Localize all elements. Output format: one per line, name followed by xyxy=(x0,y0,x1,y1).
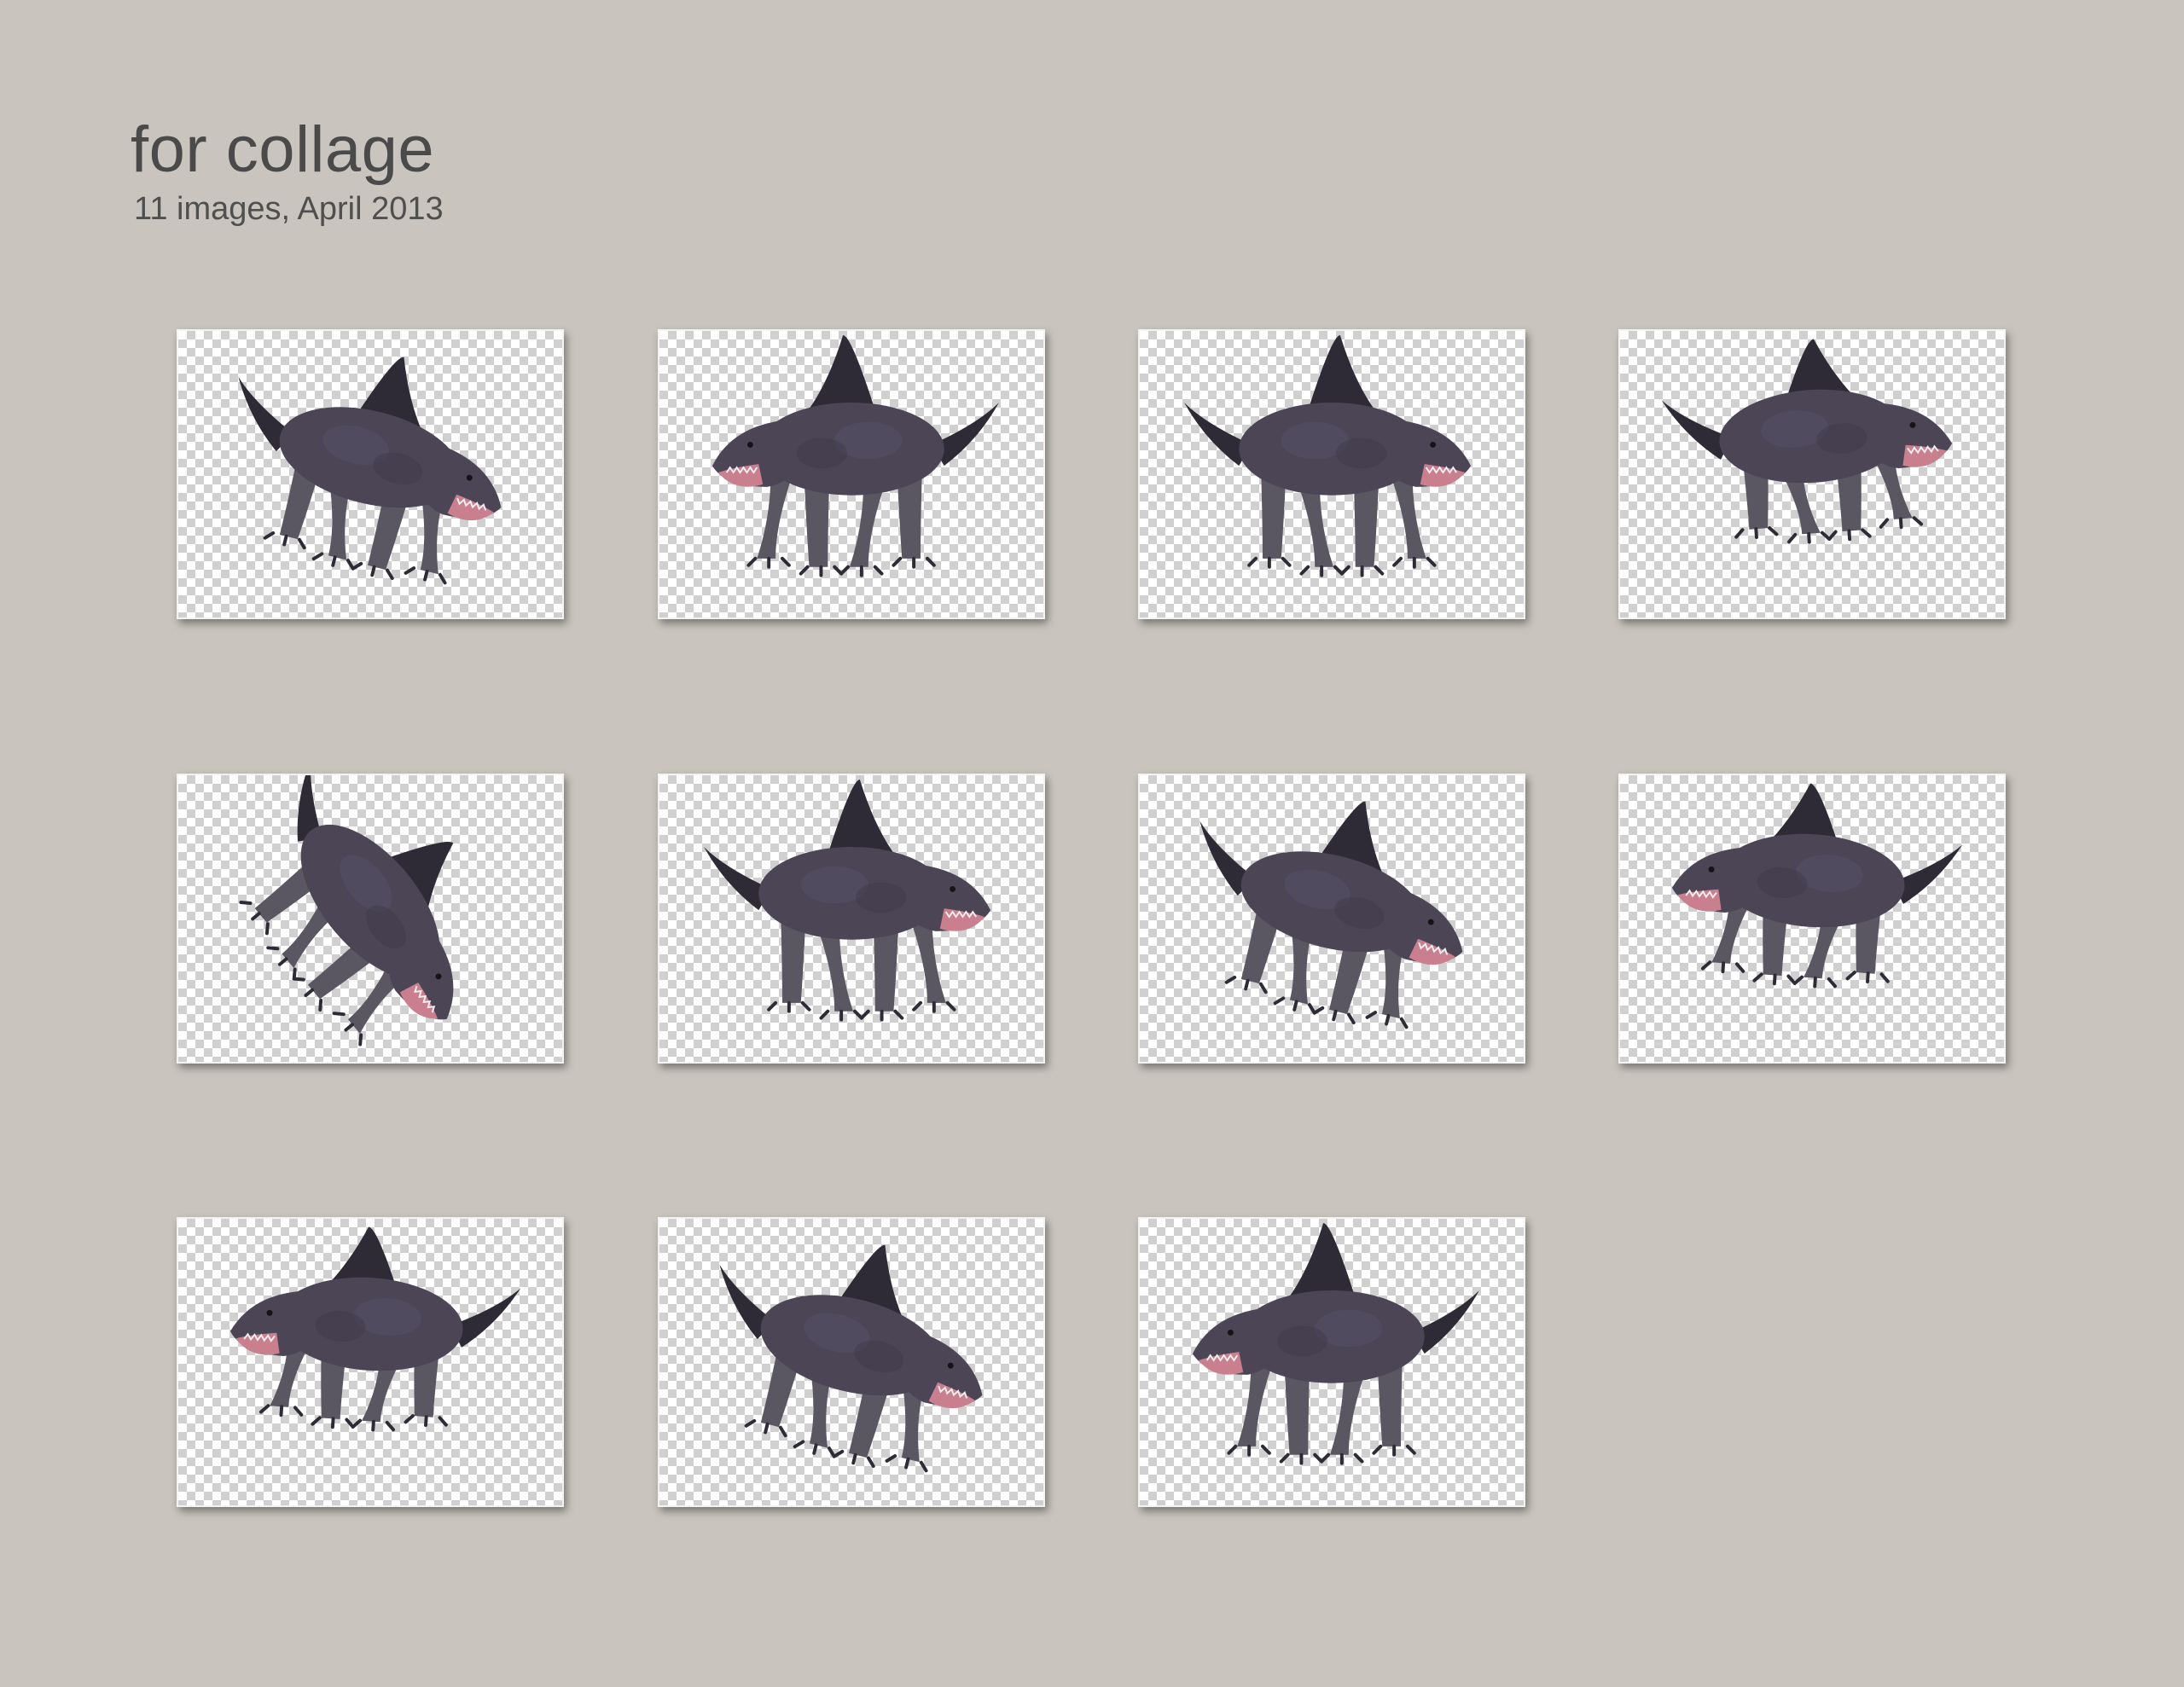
thumbnail-grid xyxy=(0,0,2184,1687)
thumbnail-10[interactable] xyxy=(658,1217,1045,1507)
shark-creature-icon xyxy=(704,779,991,1022)
thumbnail-5[interactable] xyxy=(177,774,564,1064)
thumbnail-3[interactable] xyxy=(1138,329,1525,619)
shark-creature-icon xyxy=(238,357,502,585)
shark-creature-icon xyxy=(229,1226,521,1432)
thumbnail-1[interactable] xyxy=(177,329,564,619)
thumbnail-8[interactable] xyxy=(1618,774,2006,1064)
thumbnail-9[interactable] xyxy=(177,1217,564,1507)
shark-creature-icon xyxy=(1192,1222,1479,1465)
shark-creature-icon xyxy=(1661,339,1953,544)
thumbnail-6[interactable] xyxy=(658,774,1045,1064)
shark-creature-icon xyxy=(719,1244,983,1473)
shark-creature-icon xyxy=(712,334,999,577)
thumbnail-11[interactable] xyxy=(1138,1217,1525,1507)
thumbnail-4[interactable] xyxy=(1618,329,2006,619)
shark-creature-icon xyxy=(1184,334,1472,577)
thumbnail-7[interactable] xyxy=(1138,774,1525,1064)
shark-creature-icon xyxy=(1671,783,1963,988)
shark-creature-icon xyxy=(1199,801,1463,1029)
shark-creature-icon xyxy=(239,775,454,1046)
thumbnail-2[interactable] xyxy=(658,329,1045,619)
